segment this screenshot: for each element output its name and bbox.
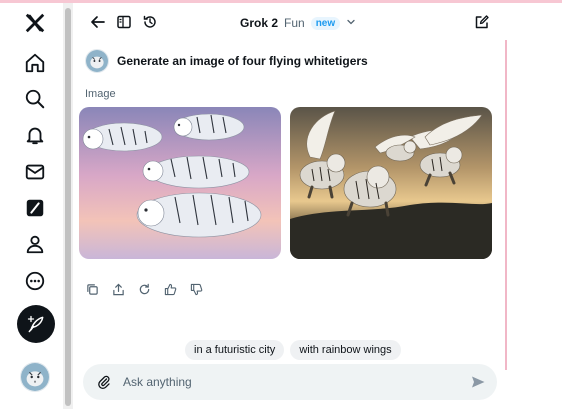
response-actions	[83, 280, 205, 298]
search-icon[interactable]	[18, 82, 52, 116]
image-section-label: Image	[85, 88, 116, 100]
generated-image-1[interactable]	[79, 107, 281, 259]
history-icon[interactable]	[140, 12, 160, 32]
share-icon[interactable]	[109, 280, 127, 298]
chevron-down-icon	[346, 16, 356, 30]
suggestion-chip[interactable]: in a futuristic city	[185, 340, 285, 360]
notifications-icon[interactable]	[18, 118, 52, 152]
ask-input[interactable]	[123, 372, 453, 392]
thumbs-down-icon[interactable]	[187, 280, 205, 298]
sidebar-toggle-icon[interactable]	[114, 12, 134, 32]
profile-icon[interactable]	[18, 227, 52, 261]
paperclip-icon[interactable]	[96, 374, 112, 390]
model-variant: Fun	[284, 16, 305, 30]
copy-icon[interactable]	[83, 280, 101, 298]
generated-image-2[interactable]	[290, 107, 492, 259]
chat-header: Grok 2 Fun new	[74, 3, 505, 41]
grok-icon[interactable]	[18, 191, 52, 225]
scrollbar-thumb[interactable]	[65, 8, 71, 406]
messages-icon[interactable]	[18, 155, 52, 189]
model-name: Grok 2	[240, 16, 279, 30]
new-chat-icon[interactable]	[472, 12, 492, 32]
compose-button[interactable]	[17, 305, 55, 343]
composer	[83, 364, 497, 400]
more-icon[interactable]	[18, 264, 52, 298]
user-avatar	[85, 49, 109, 73]
home-icon[interactable]	[18, 46, 52, 80]
regenerate-icon[interactable]	[135, 280, 153, 298]
suggestion-chips: in a futuristic city with rainbow wings	[185, 340, 401, 360]
suggestion-chip[interactable]: with rainbow wings	[290, 340, 401, 360]
new-badge: new	[310, 16, 341, 30]
x-logo-icon[interactable]	[18, 6, 52, 40]
user-prompt: Generate an image of four flying whiteti…	[117, 54, 368, 68]
thumbs-up-icon[interactable]	[161, 280, 179, 298]
send-icon[interactable]	[470, 374, 486, 390]
feather-plus-icon	[27, 315, 44, 333]
left-nav	[0, 0, 62, 409]
model-switcher[interactable]: Grok 2 Fun new	[240, 13, 356, 33]
account-avatar[interactable]	[20, 362, 50, 392]
grok-page: Grok 2 Fun new Generate an image of four…	[0, 0, 562, 409]
right-border	[505, 40, 507, 370]
back-arrow-icon[interactable]	[88, 12, 108, 32]
